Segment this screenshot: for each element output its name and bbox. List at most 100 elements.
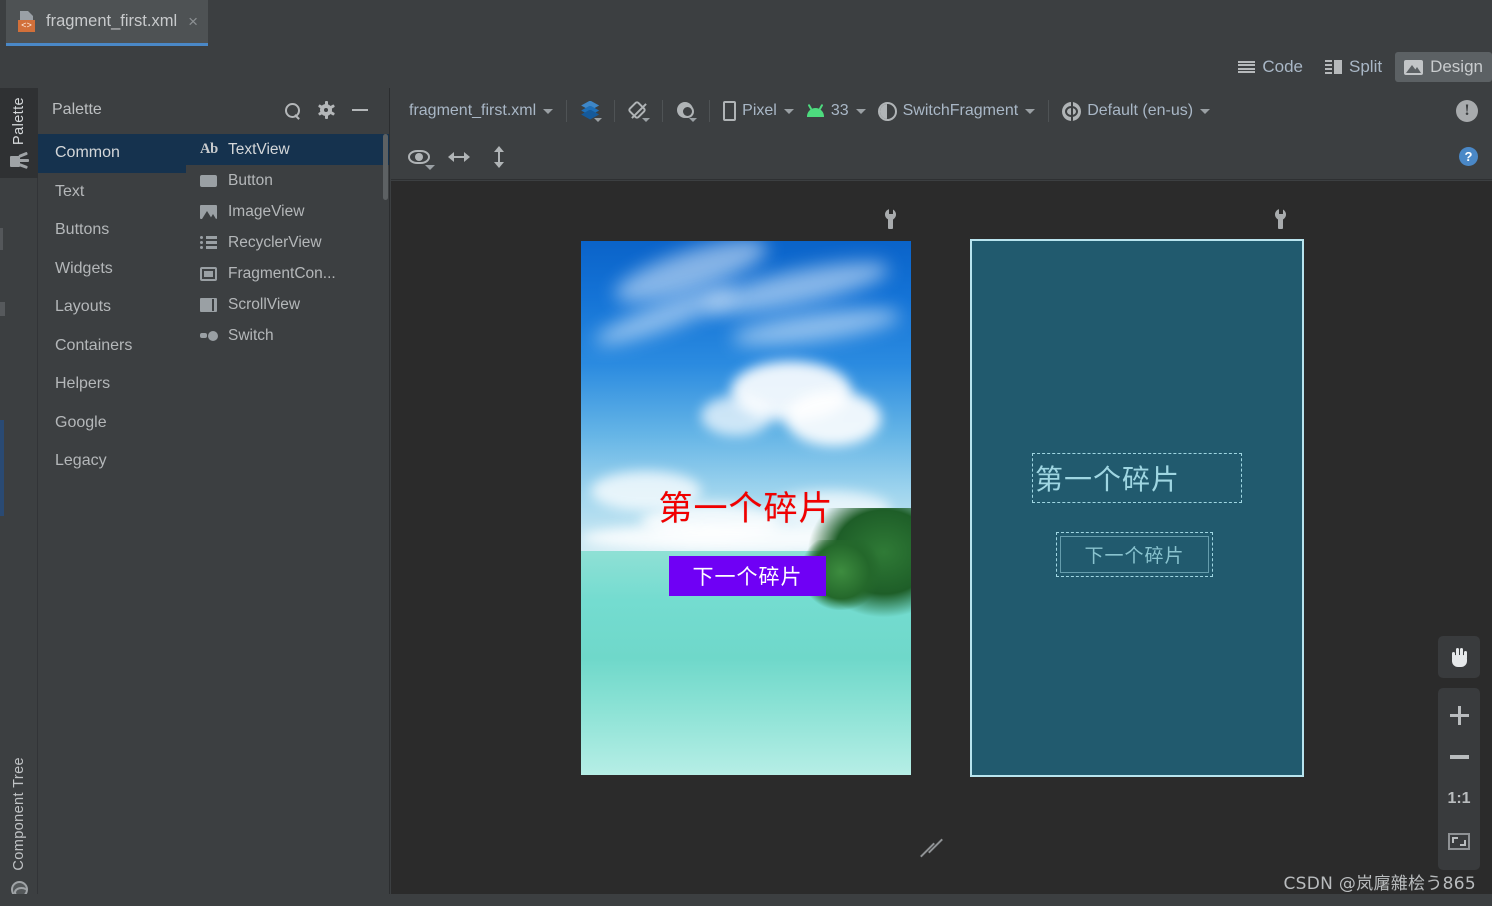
vertical-guideline-button[interactable] bbox=[479, 141, 519, 173]
preview-button[interactable]: 下一个碎片 bbox=[669, 556, 826, 596]
palette-category-buttons[interactable]: Buttons bbox=[38, 211, 186, 250]
hand-icon bbox=[1450, 647, 1469, 667]
palette-category-layouts[interactable]: Layouts bbox=[38, 288, 186, 327]
visibility-button[interactable] bbox=[399, 141, 439, 173]
palette-item-label: RecyclerView bbox=[228, 233, 322, 251]
edge-fragment-upper bbox=[0, 228, 3, 250]
category-label: Helpers bbox=[55, 375, 111, 393]
editor-mode-switch: Code Split Design bbox=[1225, 48, 1492, 86]
palette-category-legacy[interactable]: Legacy bbox=[38, 442, 186, 481]
palette-item-fragmentcontainerview[interactable]: FragmentCon... bbox=[186, 258, 389, 289]
toolbar-divider bbox=[614, 100, 616, 122]
sidebar-item-component-tree[interactable]: Component Tree bbox=[0, 757, 38, 898]
watermark-text: CSDN @岚廜雜桧う865 bbox=[1283, 874, 1476, 894]
blueprint-button[interactable]: 下一个碎片 bbox=[1056, 532, 1213, 577]
zoom-in-button[interactable] bbox=[1438, 694, 1480, 736]
palette-category-google[interactable]: Google bbox=[38, 404, 186, 443]
help-icon[interactable]: ? bbox=[1459, 147, 1478, 166]
theme-contrast-icon bbox=[676, 101, 698, 122]
resize-diagonal-icon[interactable] bbox=[919, 836, 945, 862]
design-canvas[interactable]: 第一个碎片 下一个碎片 第一个碎片 下一个碎片 1:1 CSDN @岚廜雜桧う8… bbox=[391, 181, 1492, 906]
zoom-to-fit-button[interactable] bbox=[1438, 820, 1480, 862]
palette-title: Palette bbox=[52, 101, 102, 118]
api-selector[interactable]: 33 bbox=[800, 98, 872, 124]
horizontal-arrow-icon bbox=[448, 151, 470, 163]
palette-collapse-button[interactable] bbox=[343, 95, 377, 125]
palette-item-recyclerview[interactable]: RecyclerView bbox=[186, 227, 389, 258]
device-label: Pixel bbox=[742, 102, 777, 119]
theme-selector[interactable]: SwitchFragment bbox=[872, 98, 1042, 125]
palette-item-label: Switch bbox=[228, 326, 274, 344]
palette-search-button[interactable] bbox=[275, 95, 309, 125]
close-icon[interactable]: × bbox=[186, 13, 198, 30]
palette-item-label: FragmentCon... bbox=[228, 264, 336, 282]
blueprint-preview-wrench-icon[interactable] bbox=[1273, 208, 1289, 229]
search-icon bbox=[284, 102, 300, 118]
android-studio-layout-editor: <> fragment_first.xml × Code Split Desig… bbox=[0, 0, 1492, 906]
fragment-container-icon bbox=[200, 266, 219, 281]
palette-item-label: TextView bbox=[228, 140, 290, 158]
palette-item-textview[interactable]: Ab TextView bbox=[186, 134, 389, 165]
palette-scrollbar[interactable] bbox=[383, 134, 388, 200]
sidebar-item-palette[interactable]: Palette bbox=[0, 88, 38, 178]
tab-code-label: Code bbox=[1262, 57, 1303, 76]
editor-tab-fragment-first[interactable]: <> fragment_first.xml × bbox=[6, 0, 209, 46]
code-lines-icon bbox=[1238, 60, 1256, 74]
palette-item-label: ImageView bbox=[228, 202, 305, 220]
blueprint-textview[interactable]: 第一个碎片 bbox=[1032, 453, 1242, 503]
device-selector[interactable]: Pixel bbox=[717, 97, 800, 125]
palette-category-helpers[interactable]: Helpers bbox=[38, 365, 186, 404]
palette-item-scrollview[interactable]: ScrollView bbox=[186, 289, 389, 320]
preview-textview[interactable]: 第一个碎片 bbox=[581, 481, 911, 530]
orientation-button[interactable] bbox=[622, 97, 655, 125]
eye-icon bbox=[408, 149, 430, 164]
design-preview[interactable]: 第一个碎片 下一个碎片 bbox=[581, 241, 911, 775]
rotate-device-icon bbox=[627, 100, 651, 122]
button-icon bbox=[200, 173, 219, 188]
edge-fragment-lower bbox=[0, 302, 5, 316]
zoom-out-button[interactable] bbox=[1438, 736, 1480, 778]
tab-split[interactable]: Split bbox=[1316, 52, 1391, 82]
minus-icon bbox=[1449, 755, 1469, 759]
blueprint-preview[interactable]: 第一个碎片 下一个碎片 bbox=[970, 239, 1304, 777]
palette-category-text[interactable]: Text bbox=[38, 173, 186, 212]
minus-icon bbox=[352, 109, 368, 111]
toolbar-divider bbox=[1048, 100, 1050, 122]
category-label: Text bbox=[55, 182, 85, 200]
tab-code[interactable]: Code bbox=[1229, 52, 1312, 82]
contrast-circle-icon bbox=[877, 101, 897, 121]
toolbar-divider bbox=[662, 100, 664, 122]
list-icon bbox=[200, 235, 219, 250]
edge-accent-strip bbox=[0, 420, 4, 516]
layout-variant-button[interactable] bbox=[574, 98, 607, 125]
palette-tab-label: Palette bbox=[11, 97, 27, 145]
palette-category-common[interactable]: Common bbox=[38, 134, 186, 173]
plus-icon bbox=[1449, 705, 1469, 725]
palette-category-widgets[interactable]: Widgets bbox=[38, 250, 186, 289]
design-preview-wrench-icon[interactable] bbox=[883, 208, 899, 229]
locale-selector[interactable]: Default (en-us) bbox=[1056, 98, 1216, 125]
palette-item-button[interactable]: Button bbox=[186, 165, 389, 196]
design-toolbar: fragment_first.xml Pixel 33 SwitchFragme… bbox=[391, 88, 1492, 134]
zoom-button-stack: 1:1 bbox=[1438, 688, 1480, 870]
toolbar-divider bbox=[566, 100, 568, 122]
actual-size-button[interactable]: 1:1 bbox=[1438, 778, 1480, 820]
palette-icon bbox=[9, 151, 29, 169]
horizontal-guideline-button[interactable] bbox=[439, 141, 479, 173]
category-label: Google bbox=[55, 413, 107, 431]
palette-item-imageview[interactable]: ImageView bbox=[186, 196, 389, 227]
palette-item-switch[interactable]: Switch bbox=[186, 320, 389, 351]
component-tree-tab-label: Component Tree bbox=[11, 757, 27, 871]
category-label: Widgets bbox=[55, 259, 113, 277]
palette-category-containers[interactable]: Containers bbox=[38, 327, 186, 366]
globe-locale-icon bbox=[1062, 101, 1082, 121]
theme-label: SwitchFragment bbox=[902, 102, 1019, 119]
one-to-one-icon: 1:1 bbox=[1447, 790, 1471, 807]
warning-icon[interactable]: ! bbox=[1456, 100, 1478, 122]
palette-settings-button[interactable] bbox=[309, 95, 343, 125]
tab-design[interactable]: Design bbox=[1395, 52, 1492, 82]
file-selector[interactable]: fragment_first.xml bbox=[403, 98, 559, 124]
pan-tool-button[interactable] bbox=[1438, 636, 1480, 678]
ui-mode-button[interactable] bbox=[670, 98, 702, 125]
api-label: 33 bbox=[830, 102, 849, 119]
